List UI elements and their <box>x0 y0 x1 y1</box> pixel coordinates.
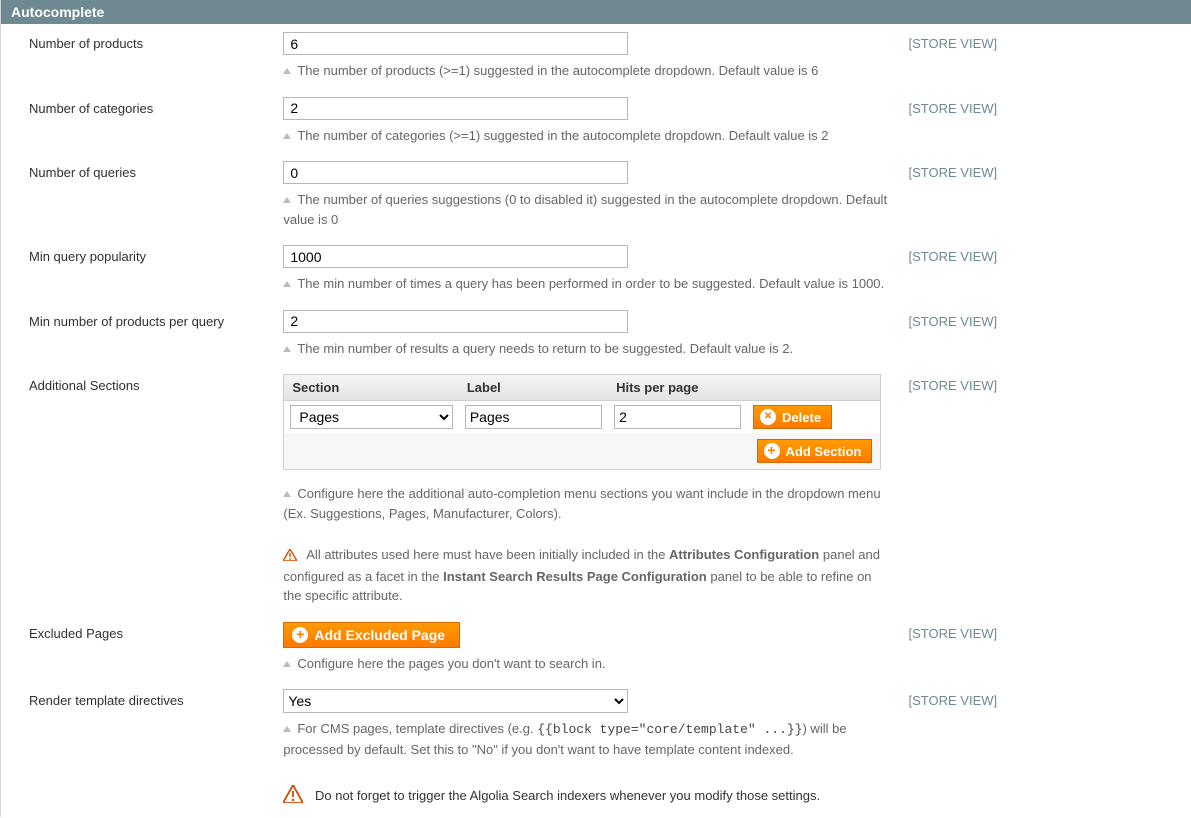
label-min-products-per-query: Min number of products per query <box>1 302 283 367</box>
select-render-directives[interactable]: Yes <box>283 689 628 713</box>
warn-render: Do not forget to trigger the Algolia Sea… <box>283 785 888 809</box>
panel-title: Autocomplete <box>1 0 1191 24</box>
hint-min-products-per-query: The min number of results a query needs … <box>283 339 888 359</box>
input-min-popularity[interactable] <box>283 245 628 268</box>
label-min-popularity: Min query popularity <box>1 237 283 302</box>
plus-icon <box>764 443 780 459</box>
scope-label: [STORE VIEW] <box>899 24 1191 89</box>
warn-additional: All attributes used here must have been … <box>283 545 888 606</box>
plus-icon <box>292 627 308 643</box>
hint-num-products: The number of products (>=1) suggested i… <box>283 61 888 81</box>
hint-num-categories: The number of categories (>=1) suggested… <box>283 126 888 146</box>
label-num-products: Number of products <box>1 24 283 89</box>
scope-label: [STORE VIEW] <box>899 153 1191 237</box>
add-section-button[interactable]: Add Section <box>757 439 873 463</box>
hint-num-queries: The number of queries suggestions (0 to … <box>283 190 888 229</box>
hint-excluded: Configure here the pages you don't want … <box>283 654 888 674</box>
input-num-products[interactable] <box>283 32 628 55</box>
table-row: Pages Delete <box>284 401 881 434</box>
warning-icon <box>283 791 307 806</box>
label-num-queries: Number of queries <box>1 153 283 237</box>
scope-label: [STORE VIEW] <box>899 89 1191 154</box>
scope-label: [STORE VIEW] <box>899 681 1191 817</box>
hint-render: For CMS pages, template directives (e.g.… <box>283 719 888 759</box>
input-min-products-per-query[interactable] <box>283 310 628 333</box>
label-render-directives: Render template directives <box>1 681 283 817</box>
label-num-categories: Number of categories <box>1 89 283 154</box>
close-icon <box>760 409 776 425</box>
warning-icon <box>283 547 297 567</box>
delete-button[interactable]: Delete <box>753 405 832 429</box>
scope-label: [STORE VIEW] <box>899 366 1191 614</box>
scope-label: [STORE VIEW] <box>899 237 1191 302</box>
hint-min-popularity: The min number of times a query has been… <box>283 274 888 294</box>
scope-label: [STORE VIEW] <box>899 614 1191 682</box>
label-additional-sections: Additional Sections <box>1 366 283 614</box>
col-section: Section <box>284 375 459 401</box>
input-num-categories[interactable] <box>283 97 628 120</box>
input-section-hits[interactable] <box>614 405 741 429</box>
label-excluded-pages: Excluded Pages <box>1 614 283 682</box>
input-num-queries[interactable] <box>283 161 628 184</box>
hint-additional: Configure here the additional auto-compl… <box>283 484 888 523</box>
col-hits: Hits per page <box>608 375 747 401</box>
input-section-label[interactable] <box>465 405 602 429</box>
scope-label: [STORE VIEW] <box>899 302 1191 367</box>
add-excluded-page-button[interactable]: Add Excluded Page <box>283 622 460 648</box>
select-section[interactable]: Pages <box>290 405 452 429</box>
col-label: Label <box>459 375 608 401</box>
additional-sections-grid: Section Label Hits per page Pages <box>283 374 881 470</box>
